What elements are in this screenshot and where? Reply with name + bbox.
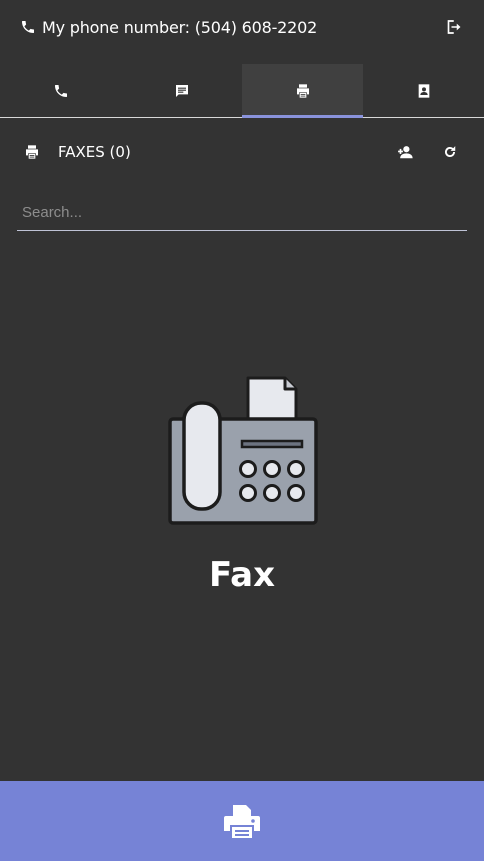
phone-icon	[54, 84, 67, 97]
new-fax-button[interactable]	[0, 781, 484, 861]
empty-state-title: Fax	[208, 555, 276, 595]
add-contact-icon[interactable]	[396, 144, 414, 160]
logout-icon[interactable]	[444, 18, 462, 36]
tab-calls[interactable]	[0, 64, 121, 117]
fax-app: My phone number: (504) 608-2202 FAXES (0…	[0, 0, 484, 861]
faxes-section-header: FAXES (0)	[0, 132, 484, 172]
phone-icon	[20, 19, 36, 35]
contact-card-icon	[418, 83, 429, 98]
tab-contacts[interactable]	[363, 64, 484, 117]
search-field[interactable]	[17, 195, 467, 231]
main-tabs	[0, 64, 484, 118]
phone-number-label: My phone number: (504) 608-2202	[42, 17, 318, 37]
app-header: My phone number: (504) 608-2202	[0, 0, 484, 54]
tab-messages[interactable]	[121, 64, 242, 117]
fax-machine-icon	[166, 375, 318, 527]
search-input[interactable]	[17, 195, 467, 229]
faxes-count-label: FAXES (0)	[58, 143, 131, 161]
tab-faxes[interactable]	[242, 64, 363, 118]
message-icon	[175, 84, 188, 97]
printer-icon	[296, 83, 309, 98]
printer-icon	[24, 144, 40, 160]
printer-icon	[224, 805, 260, 838]
refresh-icon[interactable]	[443, 144, 457, 160]
